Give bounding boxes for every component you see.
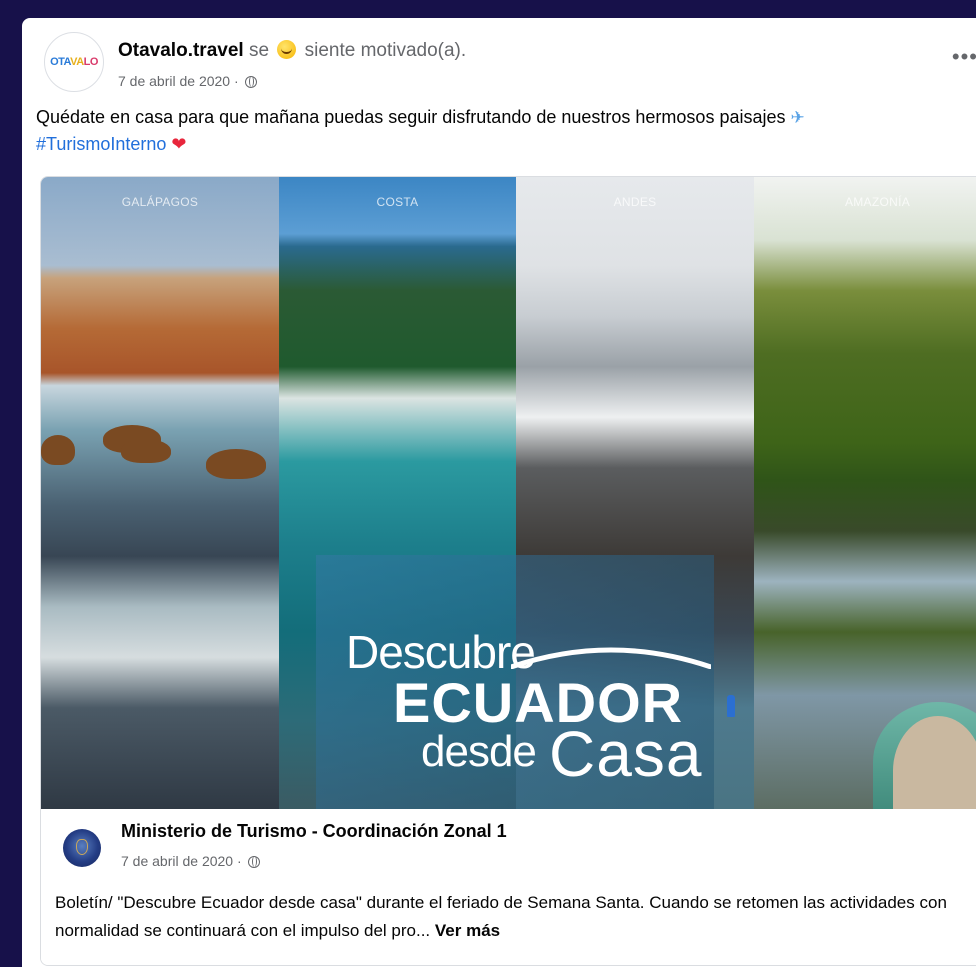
panel-label-amazonia: AMAZONÍA	[844, 195, 911, 209]
shared-post-text: Boletín/ "Descubre Ecuador desde casa" d…	[55, 889, 976, 945]
airplane-icon: ✈	[790, 108, 805, 127]
post-author-line: Otavalo.travel se siente motivado(a).	[118, 40, 466, 62]
post-card: OTAVALO Otavalo.travel se siente motivad…	[22, 18, 976, 967]
hiker-figure	[727, 695, 735, 717]
post-date-text: 7 de abril de 2020 ·	[118, 73, 239, 89]
logo-descubre: Descubre	[346, 626, 536, 678]
ministry-avatar[interactable]	[63, 829, 101, 867]
logo-desde: desde	[421, 727, 537, 776]
panel-label-andes: ANDES	[613, 195, 657, 209]
post-header: OTAVALO Otavalo.travel se siente motivad…	[44, 28, 976, 92]
globe-icon	[247, 856, 260, 868]
shared-post[interactable]: GALÁPAGOS COSTA ANDES AMAZONÍA Descubre	[40, 176, 976, 966]
panel-label-galapagos: GALÁPAGOS	[121, 195, 199, 209]
logo-casa: Casa	[549, 718, 703, 790]
hashtag-link[interactable]: #TurismoInterno	[36, 134, 166, 154]
panel-label-costa: COSTA	[376, 195, 419, 209]
post-text: Quédate en casa para que mañana puedas s…	[36, 107, 786, 127]
smiling-face-icon	[277, 40, 297, 59]
avatar-logo-text: OTAVALO	[50, 55, 98, 68]
shared-body-text: Boletín/ "Descubre Ecuador desde casa" d…	[55, 893, 947, 940]
panel-galapagos: GALÁPAGOS	[41, 177, 279, 809]
shared-author-link[interactable]: Ministerio de Turismo - Coordinación Zon…	[121, 821, 507, 842]
shared-post-footer: Ministerio de Turismo - Coordinación Zon…	[41, 809, 976, 965]
globe-icon	[244, 76, 257, 88]
heart-icon: ❤	[171, 134, 187, 154]
see-more-link[interactable]: Ver más	[435, 921, 500, 940]
shared-date-text: 7 de abril de 2020 ·	[121, 853, 242, 869]
page-avatar[interactable]: OTAVALO	[44, 32, 104, 92]
mountain-arch-icon	[511, 647, 711, 669]
shared-image[interactable]: GALÁPAGOS COSTA ANDES AMAZONÍA Descubre	[41, 177, 976, 826]
more-options-icon[interactable]: •••	[952, 46, 976, 68]
shared-post-date[interactable]: 7 de abril de 2020 ·	[121, 853, 260, 869]
feeling-text: siente motivado(a).	[304, 40, 467, 61]
post-date[interactable]: 7 de abril de 2020 ·	[118, 73, 257, 89]
page-name-link[interactable]: Otavalo.travel	[118, 40, 244, 61]
post-body: Quédate en casa para que mañana puedas s…	[36, 104, 976, 157]
feeling-prefix: se	[248, 40, 270, 61]
